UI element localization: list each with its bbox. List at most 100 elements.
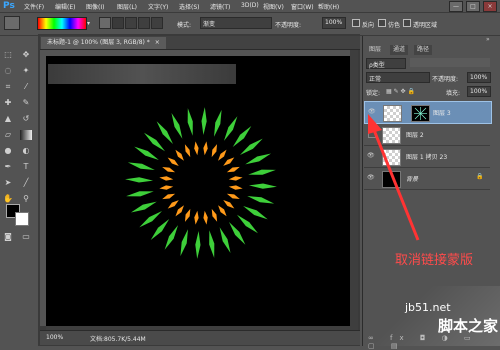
mode-value: 渐变: [203, 21, 216, 28]
outer-spike: [144, 132, 166, 152]
angle-gradient-button[interactable]: [125, 17, 137, 29]
blend-mode-select[interactable]: 正常: [366, 72, 430, 83]
inner-spike: [226, 166, 240, 173]
eyedropper-icon[interactable]: ⁄: [20, 82, 32, 92]
reverse-checkbox[interactable]: [352, 19, 360, 27]
tab-close-icon[interactable]: ×: [155, 39, 160, 46]
inner-spike: [162, 193, 176, 200]
panel-collapse-icon[interactable]: »: [486, 36, 490, 43]
gradient-dropdown-icon[interactable]: ▾: [87, 20, 90, 27]
tool-preset-icon[interactable]: [4, 16, 20, 30]
document-title: 未标题-1 @ 100% (图层 3, RGB/8) *: [47, 39, 150, 46]
dither-label: 仿色: [388, 22, 401, 29]
menu-image[interactable]: 图像(I): [86, 2, 104, 11]
mode-select[interactable]: 渐变: [200, 17, 272, 29]
inner-spike: [226, 193, 240, 200]
photoshop-logo: Ps: [3, 1, 15, 11]
layer-kind-filter[interactable]: ρ类型: [366, 58, 406, 69]
gradient-preview[interactable]: [37, 17, 87, 30]
diamond-gradient-button[interactable]: [151, 17, 163, 29]
blend-mode-value: 正常: [369, 76, 382, 83]
outer-spike: [214, 109, 222, 137]
fill-input[interactable]: 100%: [467, 86, 491, 97]
inner-spike: [194, 141, 199, 156]
starburst-graphic: [125, 107, 277, 259]
hand-tool-icon[interactable]: ✋: [2, 194, 14, 204]
minimize-button[interactable]: —: [449, 1, 463, 12]
linear-gradient-button[interactable]: [99, 17, 111, 29]
history-brush-icon[interactable]: ↺: [20, 114, 32, 124]
menu-layer[interactable]: 图层(L): [117, 2, 137, 11]
window-controls: — □ ×: [449, 1, 497, 12]
inner-spike: [228, 185, 243, 190]
inner-spike: [211, 208, 218, 222]
brush-tool-icon[interactable]: ✎: [20, 98, 32, 108]
inner-spike: [203, 141, 208, 156]
outer-spike: [126, 191, 154, 197]
annotation-text: 取消链接蒙版: [395, 253, 474, 268]
filter-icons[interactable]: [410, 58, 490, 67]
inner-spike: [167, 200, 179, 209]
inner-spike: [184, 144, 191, 158]
zoom-level[interactable]: 100%: [46, 334, 63, 341]
menu-filter[interactable]: 滤镜(T): [210, 2, 230, 11]
outer-spike: [236, 214, 258, 234]
menu-edit[interactable]: 编辑(E): [55, 2, 75, 11]
marquee-tool-icon[interactable]: ⬚: [2, 50, 14, 60]
pen-tool-icon[interactable]: ✒: [2, 162, 14, 172]
crop-tool-icon[interactable]: ⌗: [2, 82, 14, 92]
outer-spike: [156, 121, 173, 145]
transparency-checkbox[interactable]: [403, 19, 411, 27]
lasso-tool-icon[interactable]: ◌: [2, 66, 14, 76]
opacity-input[interactable]: 100%: [322, 17, 346, 29]
move-tool-icon[interactable]: ✥: [20, 50, 32, 60]
tab-channels[interactable]: 通道: [390, 45, 409, 55]
canvas[interactable]: [46, 56, 350, 326]
dither-checkbox[interactable]: [378, 19, 386, 27]
zoom-tool-icon[interactable]: ⚲: [20, 194, 32, 204]
outer-spike: [139, 211, 163, 228]
clone-stamp-icon[interactable]: ▲: [2, 114, 14, 124]
magic-wand-icon[interactable]: ✦: [20, 66, 32, 76]
inner-spike: [223, 157, 235, 166]
quick-mask-icon[interactable]: ◙: [2, 232, 14, 242]
opacity-value: 100%: [325, 19, 343, 26]
maximize-button[interactable]: □: [466, 1, 480, 12]
gradient-tool-icon[interactable]: [20, 130, 32, 140]
healing-brush-icon[interactable]: ✚: [2, 98, 14, 108]
lock-icon: 🔒: [476, 173, 484, 180]
type-tool-icon[interactable]: T: [20, 162, 32, 172]
tab-layers[interactable]: 图层: [366, 45, 385, 55]
document-tab[interactable]: 未标题-1 @ 100% (图层 3, RGB/8) * ×: [41, 37, 166, 49]
menu-help[interactable]: 帮助(H): [318, 2, 339, 11]
background-color-swatch[interactable]: [15, 212, 29, 226]
close-button[interactable]: ×: [483, 1, 497, 12]
blurred-strip: [48, 64, 236, 84]
menu-select[interactable]: 选择(S): [179, 2, 200, 11]
menu-bar: Ps 文件(F) 编辑(E) 图像(I) 图层(L) 文字(Y) 选择(S) 滤…: [0, 0, 500, 12]
eraser-icon[interactable]: ▱: [2, 130, 14, 140]
inner-spike: [203, 210, 208, 225]
outer-spike: [247, 196, 275, 204]
layer-opacity-input[interactable]: 100%: [467, 72, 491, 83]
blur-tool-icon[interactable]: ●: [2, 146, 14, 156]
path-selection-icon[interactable]: ➤: [2, 178, 14, 188]
lock-icons[interactable]: ▦ ✎ ✥ 🔒: [386, 88, 415, 95]
outer-spike: [245, 153, 272, 165]
menu-view[interactable]: 视图(V): [263, 2, 284, 11]
menu-window[interactable]: 窗口(W): [291, 2, 314, 11]
outer-spike: [187, 108, 193, 136]
menu-type[interactable]: 文字(Y): [148, 2, 168, 11]
menu-file[interactable]: 文件(F): [24, 2, 44, 11]
vertical-scrollbar[interactable]: [350, 50, 358, 330]
screen-mode-icon[interactable]: ▭: [20, 232, 32, 242]
document-info: 文档:805.7K/5.44M: [90, 336, 146, 343]
shape-tool-icon[interactable]: ╱: [20, 178, 32, 188]
tab-paths[interactable]: 路径: [414, 45, 433, 55]
radial-gradient-button[interactable]: [112, 17, 124, 29]
menu-3d[interactable]: 3D(D): [241, 2, 259, 9]
reflected-gradient-button[interactable]: [138, 17, 150, 29]
opacity-label: 不透明度:: [275, 22, 302, 29]
dodge-tool-icon[interactable]: ◐: [20, 146, 32, 156]
outer-spike: [229, 221, 246, 245]
